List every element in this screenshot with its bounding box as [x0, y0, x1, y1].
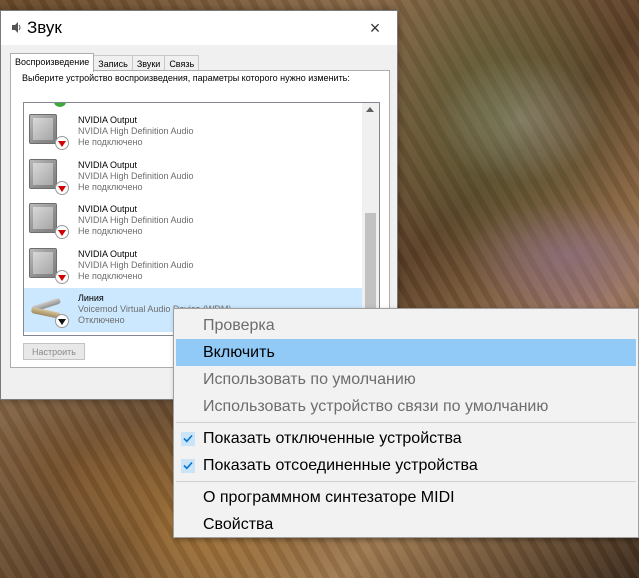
speaker-app-icon — [12, 22, 21, 33]
line-in-icon — [29, 292, 69, 328]
menu-item-label: Показать отсоединенные устройства — [203, 457, 478, 474]
device-driver: NVIDIA High Definition Audio — [78, 260, 194, 270]
speaker-icon — [29, 159, 69, 195]
red-down-arrow-icon — [55, 181, 69, 195]
menu-item-label: Использовать устройство связи по умолчан… — [203, 398, 549, 415]
red-down-arrow-icon — [55, 270, 69, 284]
menu-item-properties[interactable]: Свойства — [176, 511, 636, 538]
device-name: NVIDIA Output — [78, 204, 138, 214]
red-down-arrow-icon — [55, 225, 69, 239]
device-item[interactable]: NVIDIA Output NVIDIA High Definition Aud… — [24, 199, 362, 243]
speaker-icon — [29, 248, 69, 284]
check-icon — [180, 452, 196, 479]
menu-item-label: Использовать по умолчанию — [203, 371, 416, 388]
speaker-icon — [29, 114, 69, 150]
configure-button[interactable]: Настроить — [23, 343, 85, 360]
device-status: Не подключено — [78, 271, 143, 281]
menu-item-label: Проверка — [203, 317, 275, 334]
menu-item-enable[interactable]: Включить — [176, 339, 636, 366]
menu-item-show-disabled[interactable]: Показать отключенные устройства — [176, 425, 636, 452]
desktop-background-detail — [460, 200, 639, 310]
menu-item-set-default-communication[interactable]: Использовать устройство связи по умолчан… — [176, 393, 636, 420]
device-driver: NVIDIA High Definition Audio — [78, 171, 194, 181]
instructions-text: Выберите устройство воспроизведения, пар… — [22, 73, 350, 83]
black-down-arrow-icon — [55, 314, 69, 328]
device-status: Не подключено — [78, 226, 143, 236]
vertical-scrollbar[interactable] — [362, 103, 379, 335]
menu-item-set-default[interactable]: Использовать по умолчанию — [176, 366, 636, 393]
tab-strip: Воспроизведение Запись Звуки Связь — [10, 53, 200, 72]
menu-item-label: Включить — [203, 344, 275, 361]
device-status: Не подключено — [78, 137, 143, 147]
device-status: Отключено — [78, 315, 125, 325]
device-item[interactable]: NVIDIA Output NVIDIA High Definition Aud… — [24, 110, 362, 154]
device-list[interactable]: NVIDIA Output NVIDIA High Definition Aud… — [23, 102, 380, 336]
check-icon — [180, 425, 196, 452]
menu-item-label: Свойства — [203, 516, 274, 533]
menu-item-test[interactable]: Проверка — [176, 312, 636, 339]
device-item[interactable]: NVIDIA Output NVIDIA High Definition Aud… — [24, 244, 362, 288]
title-bar[interactable]: Звук × — [1, 11, 397, 45]
window-title: Звук — [27, 18, 62, 37]
tab-recording[interactable]: Запись — [93, 55, 133, 71]
speaker-icon — [29, 203, 69, 239]
red-down-arrow-icon — [55, 136, 69, 150]
menu-separator — [176, 481, 636, 482]
device-item[interactable]: NVIDIA Output NVIDIA High Definition Aud… — [24, 155, 362, 199]
device-status: Не подключено — [78, 182, 143, 192]
partial-device-status-icon — [54, 103, 66, 107]
scroll-up-icon[interactable] — [366, 107, 374, 112]
close-button[interactable]: × — [353, 11, 397, 45]
tab-sounds[interactable]: Звуки — [131, 55, 166, 71]
menu-item-midi-about[interactable]: О программном синтезаторе MIDI — [176, 484, 636, 511]
device-name: NVIDIA Output — [78, 115, 138, 125]
device-driver: NVIDIA High Definition Audio — [78, 215, 194, 225]
device-name: NVIDIA Output — [78, 160, 138, 170]
menu-item-label: Показать отключенные устройства — [203, 430, 462, 447]
menu-separator — [176, 422, 636, 423]
close-icon: × — [369, 17, 381, 38]
tab-playback[interactable]: Воспроизведение — [10, 53, 95, 72]
tab-communications[interactable]: Связь — [164, 55, 200, 71]
device-driver: NVIDIA High Definition Audio — [78, 126, 194, 136]
device-name: NVIDIA Output — [78, 249, 138, 259]
menu-item-show-disconnected[interactable]: Показать отсоединенные устройства — [176, 452, 636, 479]
device-name: Линия — [78, 293, 104, 303]
menu-item-label: О программном синтезаторе MIDI — [203, 489, 455, 506]
context-menu: Проверка Включить Использовать по умолча… — [173, 308, 639, 538]
